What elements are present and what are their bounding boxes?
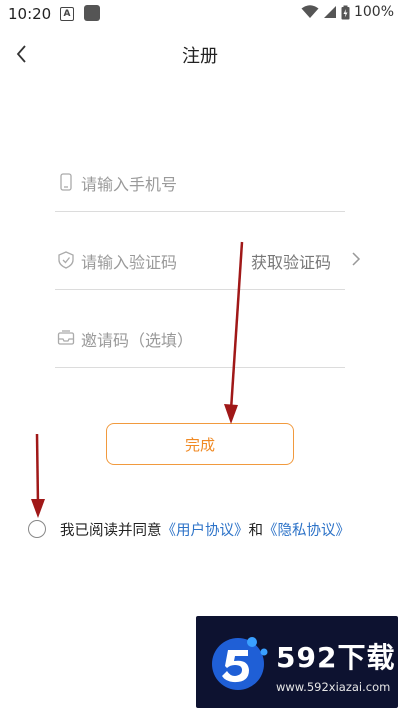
nav-header: 注册 — [0, 34, 400, 74]
watermark-url: www.592xiazai.com — [276, 680, 391, 694]
shield-icon — [58, 251, 74, 269]
code-input[interactable]: 请输入验证码 — [81, 249, 177, 273]
status-time: 10:20 — [8, 5, 52, 23]
agreement-row: 我已阅读并同意《用户协议》和《隐私协议》 — [28, 516, 350, 542]
app-notification-icon: A — [60, 7, 74, 21]
watermark: 592下载 www.592xiazai.com — [196, 616, 398, 708]
agreement-and: 和 — [248, 522, 264, 539]
agreement-text: 我已阅读并同意《用户协议》和《隐私协议》 — [60, 519, 350, 540]
privacy-policy-link[interactable]: 《隐私协议》 — [263, 523, 350, 539]
signal-icon — [323, 6, 336, 18]
chevron-right-icon — [352, 252, 361, 266]
get-code-button[interactable]: 获取验证码 — [251, 249, 331, 273]
wifi-icon — [301, 5, 319, 18]
code-field[interactable]: 请输入验证码 获取验证码 — [55, 233, 361, 290]
status-bar: 10:20 A 100% — [0, 0, 400, 28]
inbox-icon — [57, 330, 75, 345]
notification-square-icon — [84, 5, 100, 21]
phone-input[interactable]: 请输入手机号 — [81, 171, 177, 195]
status-right: 100% — [301, 4, 394, 20]
battery-percent: 100% — [353, 4, 394, 20]
agreement-prefix: 我已阅读并同意 — [60, 522, 162, 539]
done-button[interactable]: 完成 — [106, 423, 294, 465]
watermark-brand: 592下载 — [276, 641, 396, 674]
agree-radio[interactable] — [28, 520, 46, 538]
phone-field[interactable]: 请输入手机号 — [55, 155, 345, 212]
invite-field[interactable]: 邀请码（选填） — [55, 311, 345, 368]
invite-input[interactable]: 邀请码（选填） — [81, 327, 193, 351]
page-title: 注册 — [182, 46, 218, 67]
brand-logo-icon — [212, 637, 268, 690]
arrow-to-radio-icon — [31, 433, 45, 518]
battery-charging-icon — [341, 5, 350, 19]
phone-icon — [60, 173, 72, 191]
user-agreement-link[interactable]: 《用户协议》 — [162, 523, 249, 539]
